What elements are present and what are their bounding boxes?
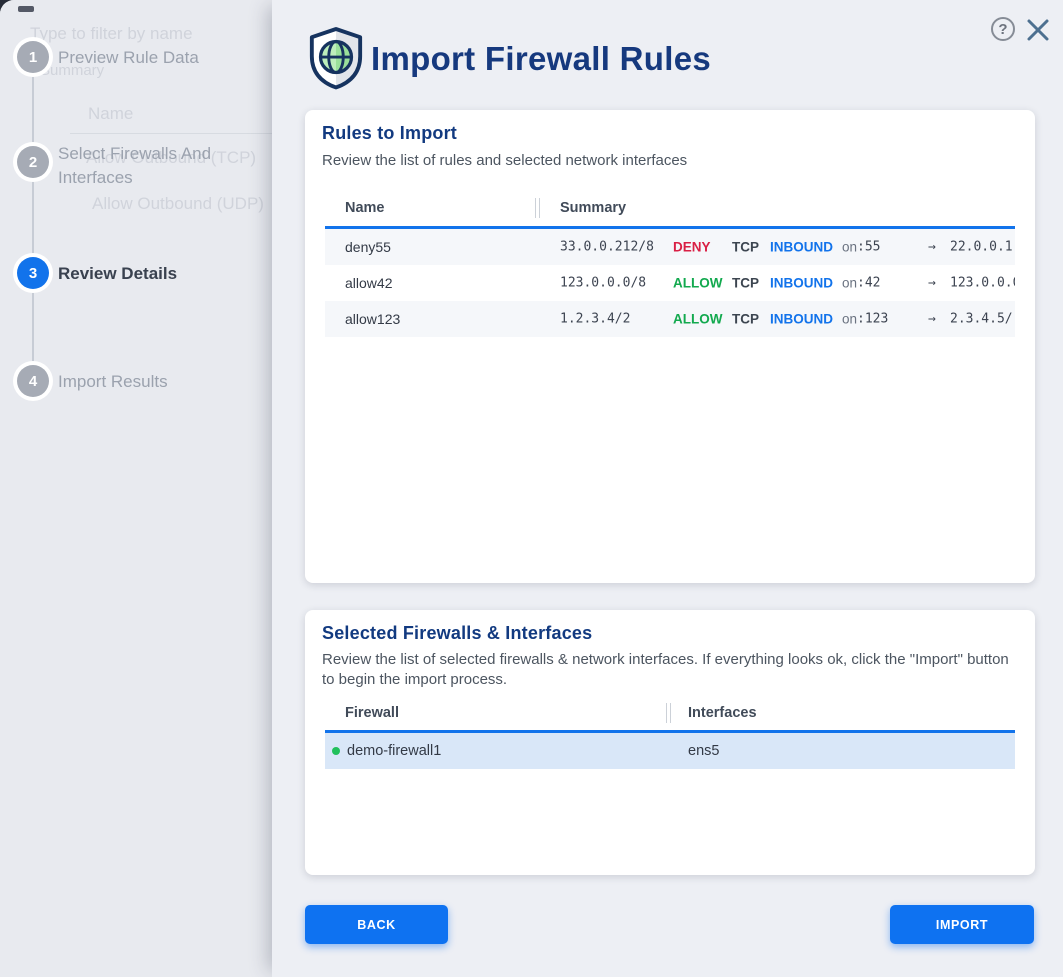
ghost-rule-udp: Allow Outbound (UDP) bbox=[92, 194, 264, 214]
import-button[interactable]: IMPORT bbox=[890, 905, 1034, 944]
rule-destination: 123.0.0.0 bbox=[950, 276, 1015, 291]
stepper-connector-line bbox=[32, 57, 34, 383]
rules-card-title: Rules to Import bbox=[322, 123, 457, 144]
rule-name: allow123 bbox=[345, 311, 400, 327]
selected-firewalls-card: Selected Firewalls & Interfaces Review t… bbox=[305, 610, 1035, 875]
arrow-icon: → bbox=[928, 240, 936, 255]
shield-globe-icon bbox=[307, 24, 365, 92]
rule-destination: 2.3.4.5/ bbox=[950, 312, 1013, 327]
rule-direction: INBOUND bbox=[770, 276, 833, 291]
back-button[interactable]: BACK bbox=[305, 905, 448, 944]
firewalls-card-title: Selected Firewalls & Interfaces bbox=[322, 623, 592, 644]
rule-direction: INBOUND bbox=[770, 312, 833, 327]
rule-port: :123 bbox=[857, 312, 888, 327]
background-menu-fragment bbox=[18, 6, 34, 12]
column-resize-handle[interactable] bbox=[666, 703, 671, 723]
rule-action-badge: DENY bbox=[673, 240, 711, 255]
rule-action-badge: ALLOW bbox=[673, 312, 723, 327]
rule-source: 1.2.3.4/2 bbox=[560, 312, 630, 327]
column-header-firewall: Firewall bbox=[345, 705, 399, 721]
ghost-filter-placeholder: Type to filter by name bbox=[30, 24, 193, 44]
ghost-divider bbox=[70, 133, 272, 134]
rule-name: deny55 bbox=[345, 239, 391, 255]
online-status-dot bbox=[332, 747, 340, 755]
rule-protocol: TCP bbox=[732, 240, 759, 255]
rule-on-word: on bbox=[842, 312, 857, 327]
arrow-icon: → bbox=[928, 312, 936, 327]
close-icon[interactable] bbox=[1025, 17, 1051, 43]
step-1-circle: 1 bbox=[17, 41, 49, 73]
column-resize-handle[interactable] bbox=[535, 198, 540, 218]
step-3-label: Review Details bbox=[58, 262, 253, 286]
column-header-interfaces: Interfaces bbox=[688, 705, 757, 721]
import-wizard-modal: Type to filter by name Summary Name Allo… bbox=[0, 0, 1063, 977]
rule-row-deny55[interactable]: deny55 33.0.0.212/8 DENY TCP INBOUND on … bbox=[325, 229, 1015, 265]
rule-protocol: TCP bbox=[732, 312, 759, 327]
rule-on-word: on bbox=[842, 276, 857, 291]
step-1-label: Preview Rule Data bbox=[58, 46, 253, 70]
rule-source: 123.0.0.0/8 bbox=[560, 276, 646, 291]
wizard-stepper-panel: Type to filter by name Summary Name Allo… bbox=[0, 0, 272, 977]
rules-card-subtitle: Review the list of rules and selected ne… bbox=[322, 151, 687, 171]
rule-source: 33.0.0.212/8 bbox=[560, 240, 654, 255]
rule-direction: INBOUND bbox=[770, 240, 833, 255]
firewall-name: demo-firewall1 bbox=[347, 743, 441, 759]
step-4-label: Import Results bbox=[58, 370, 253, 394]
column-header-summary: Summary bbox=[560, 200, 626, 216]
rule-port: :55 bbox=[857, 240, 880, 255]
ghost-name-header: Name bbox=[88, 104, 133, 124]
step-3-circle: 3 bbox=[17, 257, 49, 289]
rule-protocol: TCP bbox=[732, 276, 759, 291]
column-header-name: Name bbox=[345, 200, 385, 216]
firewalls-card-subtitle: Review the list of selected firewalls & … bbox=[322, 650, 1016, 689]
page-title: Import Firewall Rules bbox=[371, 40, 711, 78]
rule-name: allow42 bbox=[345, 275, 392, 291]
rule-port: :42 bbox=[857, 276, 880, 291]
rule-on-word: on bbox=[842, 240, 857, 255]
step-4-circle: 4 bbox=[17, 365, 49, 397]
rules-to-import-card: Rules to Import Review the list of rules… bbox=[305, 110, 1035, 583]
arrow-icon: → bbox=[928, 276, 936, 291]
rule-destination: 22.0.0.1 bbox=[950, 240, 1013, 255]
step-2-label: Select Firewalls And Interfaces bbox=[58, 142, 228, 190]
rule-row-allow42[interactable]: allow42 123.0.0.0/8 ALLOW TCP INBOUND on… bbox=[325, 265, 1015, 301]
rules-table-body: deny55 33.0.0.212/8 DENY TCP INBOUND on … bbox=[325, 229, 1015, 337]
firewall-interfaces: ens5 bbox=[688, 743, 719, 759]
step-2-circle: 2 bbox=[17, 146, 49, 178]
rule-row-allow123[interactable]: allow123 1.2.3.4/2 ALLOW TCP INBOUND on … bbox=[325, 301, 1015, 337]
rule-action-badge: ALLOW bbox=[673, 276, 723, 291]
help-icon[interactable]: ? bbox=[991, 17, 1015, 41]
firewall-row-demo-firewall1[interactable]: demo-firewall1 ens5 bbox=[325, 733, 1015, 769]
